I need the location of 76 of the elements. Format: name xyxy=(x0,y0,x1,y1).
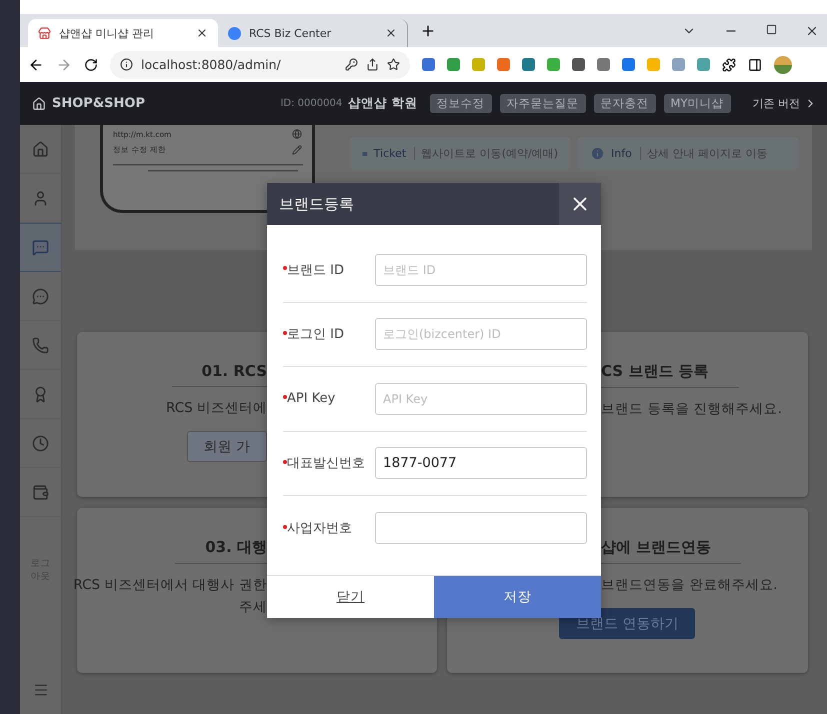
extension-icon[interactable] xyxy=(622,58,635,71)
share-icon[interactable] xyxy=(366,58,379,71)
pencil-icon xyxy=(292,145,302,155)
field-label: API Key xyxy=(287,391,336,406)
new-tab-icon[interactable] xyxy=(420,22,436,38)
input-field[interactable]: 브랜드 ID xyxy=(375,254,587,286)
reload-icon[interactable] xyxy=(84,58,98,72)
input-field[interactable]: 로그인(bizcenter) ID xyxy=(375,318,587,350)
close-icon[interactable] xyxy=(196,27,208,39)
version-link[interactable]: 기존 버전 xyxy=(752,96,817,111)
info-icon xyxy=(120,58,133,71)
save-button[interactable]: 저장 xyxy=(434,576,601,618)
modal-title: 브랜드등록 xyxy=(278,194,355,214)
header-button[interactable]: 문자충전 xyxy=(594,94,656,113)
user-id: ID: 0000004 xyxy=(280,98,342,109)
close-button[interactable] xyxy=(559,183,601,225)
user-name: 샵앤샵 학원 xyxy=(348,95,418,112)
input-field[interactable] xyxy=(375,512,587,544)
maximize-icon[interactable] xyxy=(766,24,777,34)
extension-icon[interactable] xyxy=(447,58,460,71)
input-field[interactable]: API Key xyxy=(375,382,587,415)
info-icon xyxy=(590,146,605,161)
address-bar[interactable]: localhost:8080/admin/ xyxy=(110,50,410,78)
card-text: 브랜드 등록을 진행해주세요. xyxy=(601,400,782,419)
site-icon xyxy=(228,26,241,40)
card-text: RCS 비즈센터에 xyxy=(166,399,267,418)
side-panel-icon[interactable] xyxy=(748,58,762,72)
field-label: 브랜드 ID xyxy=(287,262,345,279)
chip-text: 상세 안내 페이지로 이동 xyxy=(646,146,768,161)
forward-icon[interactable] xyxy=(56,56,72,72)
chip-label: Ticket xyxy=(374,147,416,160)
close-button[interactable]: 닫기 xyxy=(267,576,434,618)
store-icon xyxy=(38,26,51,40)
profile-avatar[interactable] xyxy=(774,56,792,74)
wallet-icon xyxy=(32,484,49,501)
field-label: 로그인 ID xyxy=(287,326,345,344)
phone-icon xyxy=(32,337,49,354)
menu-icon xyxy=(32,682,48,698)
card-button[interactable]: 브랜드 연동하기 xyxy=(559,608,696,639)
input-field[interactable]: 1877-0077 xyxy=(375,447,587,480)
header-button[interactable]: MY미니샵 xyxy=(664,94,730,113)
extension-icon[interactable] xyxy=(422,58,435,71)
field-label: 대표발신번호 xyxy=(287,455,366,472)
back-icon[interactable] xyxy=(28,56,44,72)
extension-icon[interactable] xyxy=(522,58,535,71)
browser-tab[interactable]: 샵앤샵 미니샵 관리 xyxy=(28,19,218,47)
extension-icon[interactable] xyxy=(597,58,610,71)
key-icon[interactable] xyxy=(345,58,358,71)
clock-icon xyxy=(32,435,49,452)
header-button[interactable]: 정보수정 xyxy=(430,94,492,113)
link-chip[interactable]: Info 상세 안내 페이지로 이동 xyxy=(578,137,798,170)
chat-icon xyxy=(32,239,49,256)
tab-title: 샵앤샵 미니샵 관리 xyxy=(59,26,155,40)
chip-label: Info xyxy=(611,147,641,160)
card-button[interactable]: 회원 가 xyxy=(186,431,267,462)
close-icon[interactable] xyxy=(385,27,397,39)
card-text: 브랜드연동을 완료해주세요. xyxy=(601,576,778,595)
extension-icon[interactable] xyxy=(572,58,585,71)
card-text: 주세 xyxy=(239,598,267,617)
tab-title: RCS Biz Center xyxy=(249,26,332,40)
menu-button[interactable] xyxy=(32,682,48,698)
globe-icon xyxy=(292,129,302,139)
home-icon[interactable] xyxy=(32,96,46,110)
star-icon[interactable] xyxy=(387,58,400,71)
field-label: 사업자번호 xyxy=(287,520,353,538)
card-text: RCS 비즈센터에서 대행사 권한 xyxy=(73,576,267,595)
header-button[interactable]: 자주묻는질문 xyxy=(500,94,586,113)
url-text: localhost:8080/admin/ xyxy=(141,57,282,72)
logo[interactable]: SHOP&SHOP xyxy=(52,96,145,111)
extension-icon[interactable] xyxy=(497,58,510,71)
chip-text: 웹사이트로 이동(예약/예매) xyxy=(421,146,558,161)
link-chip[interactable]: Ticket 웹사이트로 이동(예약/예매) xyxy=(350,137,570,170)
puzzle-icon[interactable] xyxy=(722,58,736,72)
user-icon xyxy=(32,190,49,207)
speech-bubble-icon xyxy=(32,288,49,305)
home-icon xyxy=(32,141,49,158)
